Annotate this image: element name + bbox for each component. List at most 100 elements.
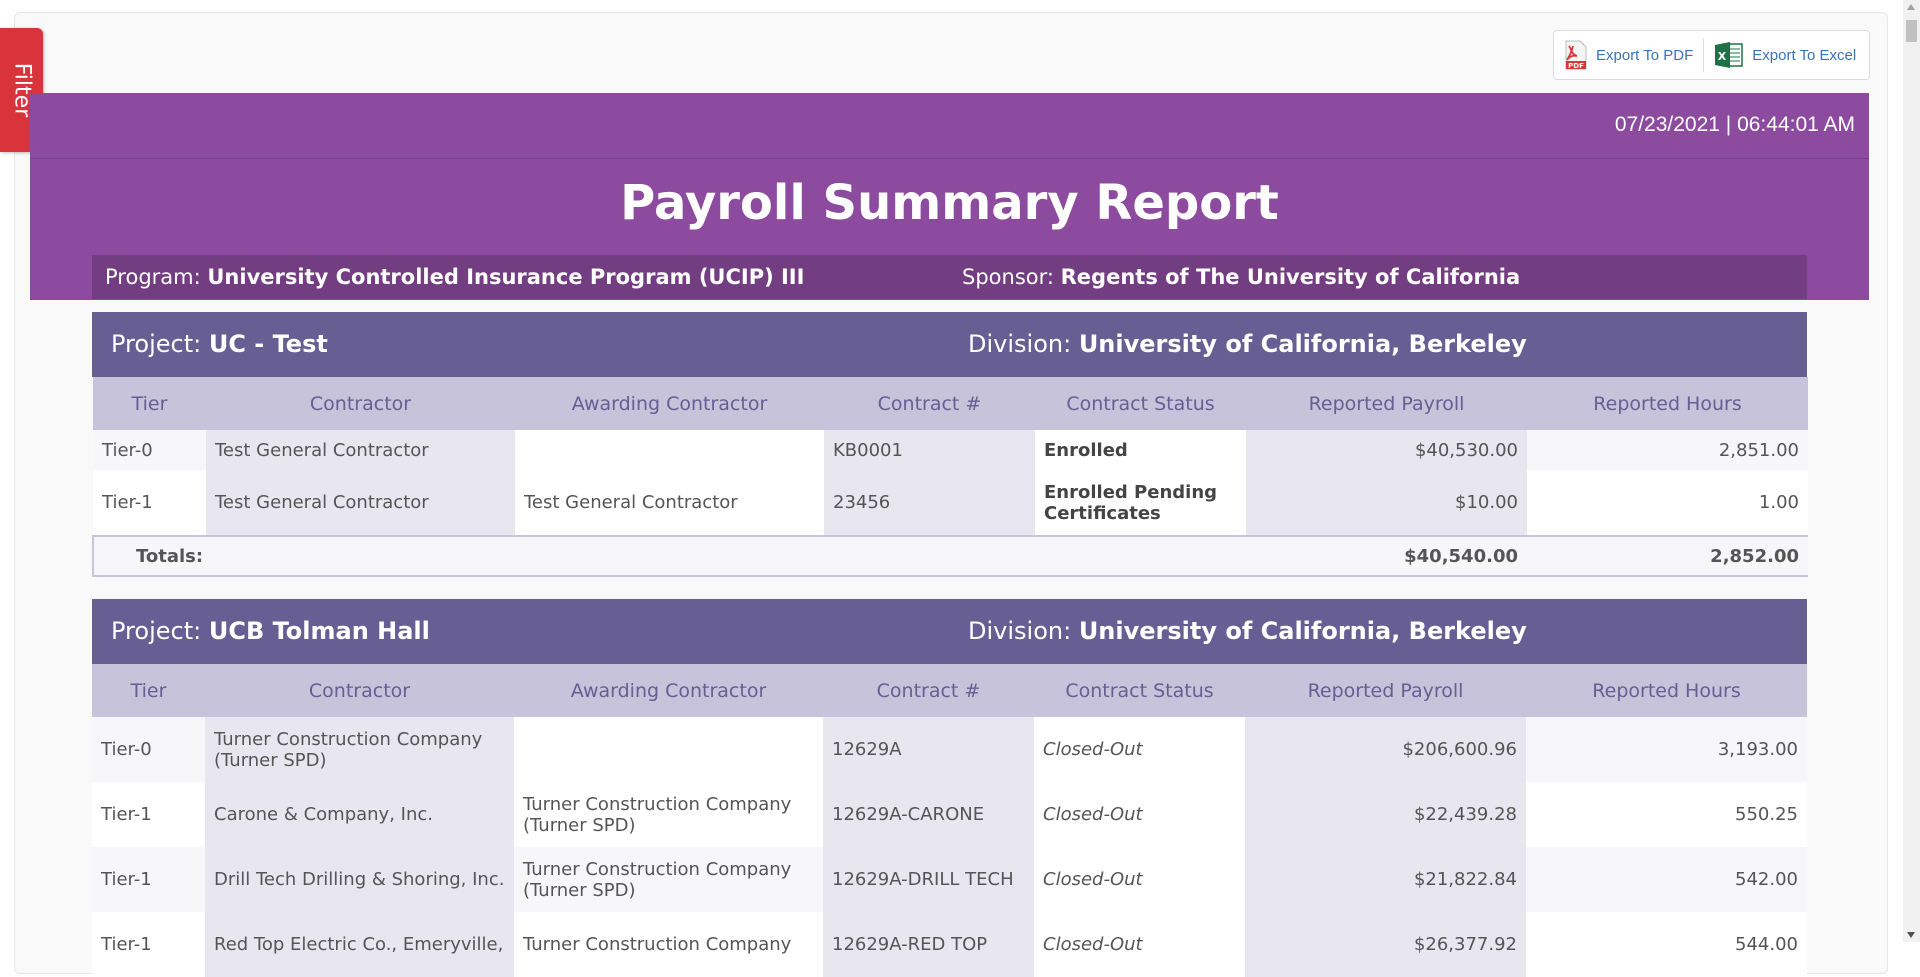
program-value: University Controlled Insurance Program … xyxy=(207,265,805,289)
cell-reported-hours: 550.25 xyxy=(1526,782,1807,847)
cell-contract-number: 12629A-CARONE xyxy=(823,782,1034,847)
sponsor-label: Sponsor: xyxy=(962,265,1054,289)
export-pdf-button[interactable]: PDF Export To PDF xyxy=(1554,37,1703,73)
scrollbar-thumb[interactable] xyxy=(1906,20,1917,42)
scroll-down-arrow-icon[interactable] xyxy=(1907,932,1915,938)
project-label: Project: xyxy=(111,330,202,358)
export-excel-button[interactable]: X Export To Excel xyxy=(1704,37,1866,73)
program-label: Program: xyxy=(105,265,201,289)
cell-contract-number: KB0001 xyxy=(824,430,1035,470)
program-info: Program: University Controlled Insurance… xyxy=(105,265,804,289)
cell-reported-hours: 3,193.00 xyxy=(1526,717,1807,782)
table-row: Tier-0 Turner Construction Company (Turn… xyxy=(92,717,1807,782)
payroll-table: Tier Contractor Awarding Contractor Cont… xyxy=(92,664,1807,977)
table-row: Tier-1 Red Top Electric Co., Emeryville,… xyxy=(92,912,1807,977)
report-timestamp: 07/23/2021 | 06:44:01 AM xyxy=(1614,113,1855,136)
cell-tier: Tier-1 xyxy=(92,782,205,847)
export-pdf-label: Export To PDF xyxy=(1596,46,1694,64)
payroll-table: Tier Contractor Awarding Contractor Cont… xyxy=(92,377,1808,577)
division-info: Division: University of California, Berk… xyxy=(968,617,1527,645)
cell-contract-status: Closed-Out xyxy=(1034,847,1245,912)
project-section: Project: UCB Tolman Hall Division: Unive… xyxy=(92,599,1807,977)
cell-contract-number: 12629A xyxy=(823,717,1034,782)
column-header-contractor[interactable]: Contractor xyxy=(206,377,515,430)
totals-hours: 2,852.00 xyxy=(1527,536,1808,576)
project-label: Project: xyxy=(111,617,202,645)
pdf-file-icon: PDF xyxy=(1564,40,1588,70)
cell-reported-hours: 2,851.00 xyxy=(1527,430,1808,470)
column-header-contract-number[interactable]: Contract # xyxy=(824,377,1035,430)
cell-tier: Tier-0 xyxy=(92,717,205,782)
vertical-scrollbar[interactable] xyxy=(1903,0,1920,942)
cell-contractor: Carone & Company, Inc. xyxy=(205,782,514,847)
division-name: University of California, Berkeley xyxy=(1078,330,1527,358)
cell-contract-status: Closed-Out xyxy=(1034,717,1245,782)
cell-contract-status: Closed-Out xyxy=(1034,782,1245,847)
cell-reported-payroll: $22,439.28 xyxy=(1245,782,1526,847)
table-row: Tier-1 Test General Contractor Test Gene… xyxy=(93,470,1808,536)
cell-contract-status: Closed-Out xyxy=(1034,912,1245,977)
division-label: Division: xyxy=(968,330,1072,358)
cell-tier: Tier-1 xyxy=(92,912,205,977)
cell-awarding-contractor: Turner Construction Company xyxy=(514,912,823,977)
table-row: Tier-0 Test General Contractor KB0001 En… xyxy=(93,430,1808,470)
column-header-awarding-contractor[interactable]: Awarding Contractor xyxy=(515,377,824,430)
export-toolbar: PDF Export To PDF X Export To Excel xyxy=(1553,30,1870,80)
cell-reported-hours: 542.00 xyxy=(1526,847,1807,912)
cell-awarding-contractor: Turner Construction Company (Turner SPD) xyxy=(514,847,823,912)
scroll-up-arrow-icon[interactable] xyxy=(1907,4,1915,10)
cell-contract-number: 12629A-DRILL TECH xyxy=(823,847,1034,912)
cell-contractor: Red Top Electric Co., Emeryville, xyxy=(205,912,514,977)
cell-reported-hours: 1.00 xyxy=(1527,470,1808,536)
export-excel-label: Export To Excel xyxy=(1752,46,1857,64)
project-name: UCB Tolman Hall xyxy=(208,617,430,645)
division-label: Division: xyxy=(968,617,1072,645)
column-header-reported-hours[interactable]: Reported Hours xyxy=(1526,664,1807,717)
project-info: Project: UCB Tolman Hall xyxy=(111,617,430,645)
project-name: UC - Test xyxy=(208,330,328,358)
cell-contract-number: 12629A-RED TOP xyxy=(823,912,1034,977)
cell-reported-payroll: $206,600.96 xyxy=(1245,717,1526,782)
totals-label: Totals: xyxy=(93,536,515,576)
table-header-row: Tier Contractor Awarding Contractor Cont… xyxy=(92,664,1807,717)
cell-contract-status: Enrolled xyxy=(1035,430,1246,470)
column-header-contract-status[interactable]: Contract Status xyxy=(1035,377,1246,430)
column-header-reported-hours[interactable]: Reported Hours xyxy=(1527,377,1808,430)
cell-contractor: Test General Contractor xyxy=(206,470,515,536)
svg-text:PDF: PDF xyxy=(1568,62,1584,70)
sponsor-value: Regents of The University of California xyxy=(1060,265,1521,289)
column-header-reported-payroll[interactable]: Reported Payroll xyxy=(1245,664,1526,717)
division-name: University of California, Berkeley xyxy=(1078,617,1527,645)
project-section: Project: UC - Test Division: University … xyxy=(92,312,1808,577)
cell-reported-payroll: $10.00 xyxy=(1246,470,1527,536)
cell-awarding-contractor xyxy=(515,430,824,470)
cell-contractor: Drill Tech Drilling & Shoring, Inc. xyxy=(205,847,514,912)
cell-tier: Tier-1 xyxy=(92,847,205,912)
totals-payroll: $40,540.00 xyxy=(1246,536,1527,576)
report-banner: 07/23/2021 | 06:44:01 AM Payroll Summary… xyxy=(30,93,1869,300)
totals-spacer xyxy=(1035,536,1246,576)
project-info: Project: UC - Test xyxy=(111,330,328,358)
cell-awarding-contractor: Test General Contractor xyxy=(515,470,824,536)
cell-contractor: Turner Construction Company (Turner SPD) xyxy=(205,717,514,782)
cell-reported-hours: 544.00 xyxy=(1526,912,1807,977)
column-header-tier[interactable]: Tier xyxy=(93,377,206,430)
cell-contract-number: 23456 xyxy=(824,470,1035,536)
totals-spacer xyxy=(515,536,824,576)
cell-reported-payroll: $40,530.00 xyxy=(1246,430,1527,470)
column-header-awarding-contractor[interactable]: Awarding Contractor xyxy=(514,664,823,717)
column-header-contract-number[interactable]: Contract # xyxy=(823,664,1034,717)
table-header-row: Tier Contractor Awarding Contractor Cont… xyxy=(93,377,1808,430)
cell-tier: Tier-0 xyxy=(93,430,206,470)
column-header-tier[interactable]: Tier xyxy=(92,664,205,717)
column-header-reported-payroll[interactable]: Reported Payroll xyxy=(1246,377,1527,430)
column-header-contract-status[interactable]: Contract Status xyxy=(1034,664,1245,717)
cell-reported-payroll: $21,822.84 xyxy=(1245,847,1526,912)
project-header: Project: UCB Tolman Hall Division: Unive… xyxy=(92,599,1807,664)
column-header-contractor[interactable]: Contractor xyxy=(205,664,514,717)
cell-awarding-contractor: Turner Construction Company (Turner SPD) xyxy=(514,782,823,847)
table-row: Tier-1 Drill Tech Drilling & Shoring, In… xyxy=(92,847,1807,912)
totals-spacer xyxy=(824,536,1035,576)
cell-awarding-contractor xyxy=(514,717,823,782)
program-bar: Program: University Controlled Insurance… xyxy=(92,255,1807,299)
